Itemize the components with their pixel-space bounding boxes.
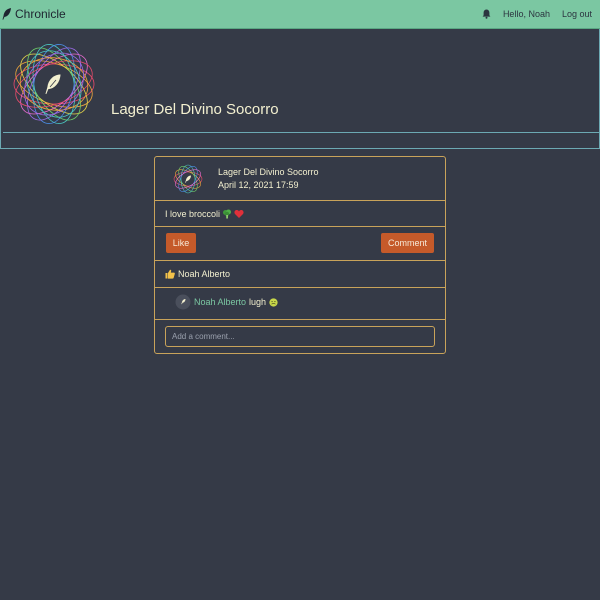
- post-header: Lager Del Divino Socorro April 12, 2021 …: [155, 157, 445, 201]
- red-heart-emoji: [234, 210, 244, 218]
- likes-user[interactable]: Noah Alberto: [178, 269, 230, 279]
- author-avatar[interactable]: [173, 164, 203, 194]
- commenter-avatar[interactable]: [175, 294, 191, 310]
- post-author[interactable]: Lager Del Divino Socorro: [218, 167, 319, 177]
- post-actions: Like Comment: [155, 227, 445, 261]
- comment-text: lugh: [249, 297, 267, 307]
- broccoli-emoji: [223, 209, 232, 219]
- profile-header: Lager Del Divino Socorro: [0, 29, 600, 149]
- greeting-link[interactable]: Hello, Noah: [503, 9, 550, 19]
- nauseated-face-emoji: [269, 297, 278, 307]
- thumbs-up-icon: [165, 269, 175, 279]
- brand-link[interactable]: Chronicle: [2, 7, 66, 21]
- nav-right: Hello, Noah Log out: [482, 9, 592, 19]
- comment-item: Noah Alberto lugh: [155, 288, 445, 320]
- bell-icon[interactable]: [482, 9, 491, 19]
- comment-button[interactable]: Comment: [381, 233, 434, 253]
- profile-banner: Lager Del Divino Socorro: [3, 32, 599, 133]
- likes-section: Noah Alberto: [155, 261, 445, 288]
- post-card: Lager Del Divino Socorro April 12, 2021 …: [154, 156, 446, 354]
- add-comment-section: [155, 320, 445, 355]
- top-navbar: Chronicle Hello, Noah Log out: [0, 0, 600, 29]
- comment-author[interactable]: Noah Alberto: [194, 297, 246, 307]
- likes-line: Noah Alberto: [165, 269, 230, 279]
- profile-avatar[interactable]: [11, 41, 97, 127]
- profile-name: Lager Del Divino Socorro: [111, 101, 279, 118]
- logout-link[interactable]: Log out: [562, 9, 592, 19]
- post-text-line: I love broccoli: [165, 209, 244, 219]
- feather-icon: [2, 8, 11, 20]
- brand-name: Chronicle: [15, 7, 66, 21]
- post-date: April 12, 2021 17:59: [218, 180, 299, 190]
- post-body: I love broccoli: [155, 201, 445, 227]
- add-comment-input[interactable]: [165, 326, 435, 347]
- post-text: I love broccoli: [165, 209, 221, 219]
- like-button[interactable]: Like: [166, 233, 196, 253]
- comment-line: Noah Alberto lugh: [194, 297, 278, 307]
